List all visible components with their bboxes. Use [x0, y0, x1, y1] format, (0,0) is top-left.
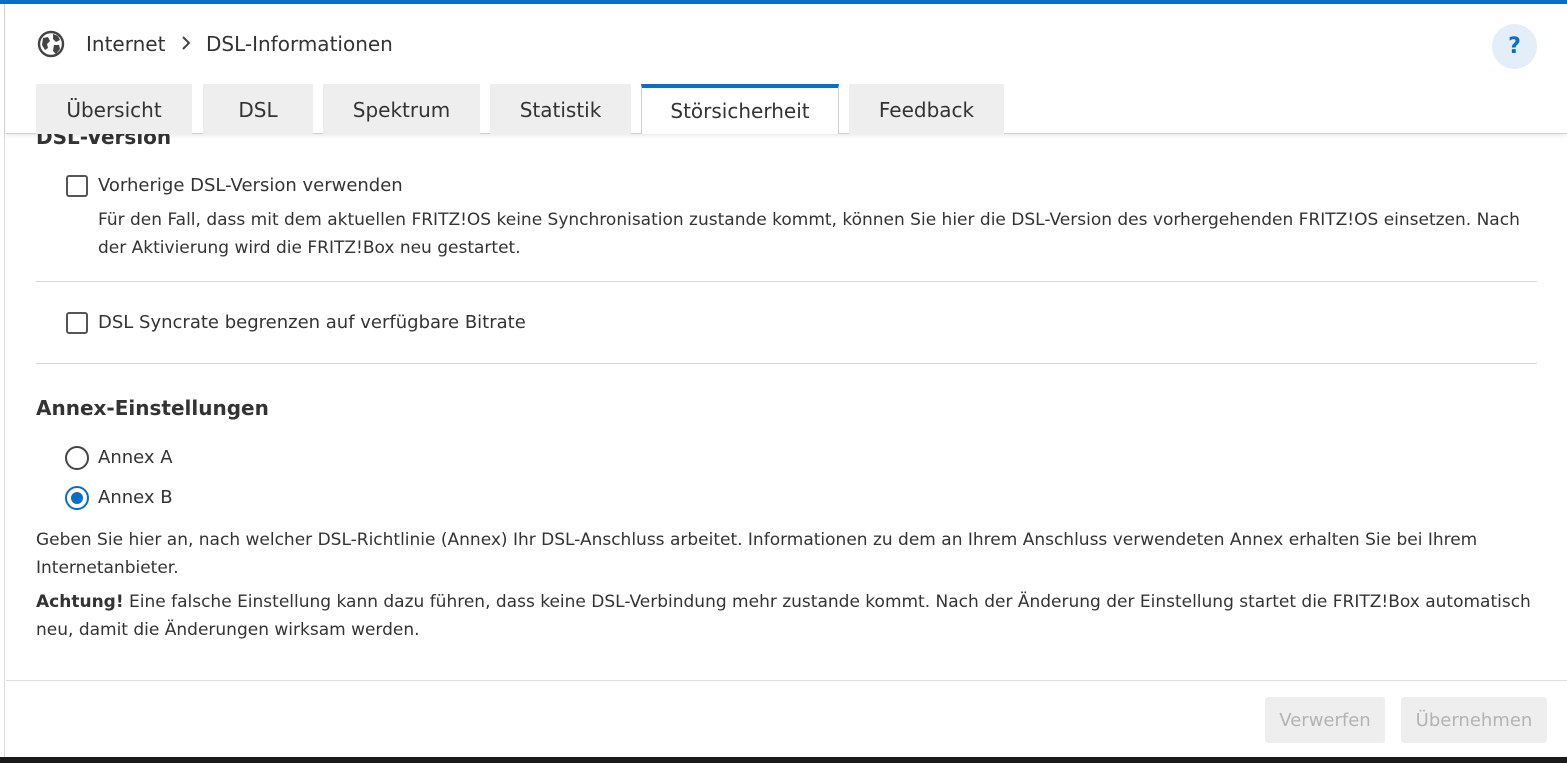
- divider: [36, 281, 1537, 282]
- tab-uebersicht[interactable]: Übersicht: [36, 84, 192, 134]
- left-rail: [0, 4, 5, 759]
- tab-stoersicherheit[interactable]: Störsicherheit: [641, 84, 839, 134]
- prev-dsl-version-checkbox[interactable]: [66, 175, 88, 197]
- annex-b-radio[interactable]: [65, 486, 89, 510]
- settings-content[interactable]: DSL-Version Vorherige DSL-Version verwen…: [6, 134, 1567, 680]
- section-title-dsl-version: DSL-Version: [36, 134, 172, 149]
- section-title-annex: Annex-Einstellungen: [36, 396, 269, 420]
- page-header: Internet DSL-Informationen ? Übersicht D…: [6, 4, 1567, 134]
- tab-dsl[interactable]: DSL: [203, 84, 313, 134]
- annex-a-radio[interactable]: [65, 446, 89, 470]
- warning-label: Achtung!: [36, 592, 124, 612]
- chevron-right-icon: [182, 36, 191, 50]
- taskbar-edge: [0, 757, 1567, 763]
- discard-button[interactable]: Verwerfen: [1265, 697, 1385, 743]
- globe-icon: [37, 30, 65, 58]
- annex-warning-text: Achtung! Eine falsche Einstellung kann d…: [36, 588, 1536, 644]
- apply-button[interactable]: Übernehmen: [1401, 697, 1547, 743]
- help-button[interactable]: ?: [1492, 24, 1537, 69]
- breadcrumb-dsl-informationen: DSL-Informationen: [206, 32, 393, 56]
- warning-body: Eine falsche Einstellung kann dazu führe…: [36, 592, 1531, 640]
- tab-feedback[interactable]: Feedback: [849, 84, 1004, 134]
- syncrate-limit-label[interactable]: DSL Syncrate begrenzen auf verfügbare Bi…: [98, 312, 526, 333]
- annex-a-label[interactable]: Annex A: [98, 447, 173, 468]
- syncrate-limit-checkbox[interactable]: [66, 312, 88, 334]
- tab-statistik[interactable]: Statistik: [490, 84, 631, 134]
- breadcrumb-internet[interactable]: Internet: [86, 32, 165, 56]
- action-footer: Verwerfen Übernehmen: [6, 680, 1567, 757]
- annex-info-text: Geben Sie hier an, nach welcher DSL-Rich…: [36, 530, 1478, 578]
- tab-spektrum[interactable]: Spektrum: [323, 84, 480, 134]
- prev-dsl-version-label[interactable]: Vorherige DSL-Version verwenden: [98, 175, 403, 196]
- prev-dsl-version-description: Für den Fall, dass mit dem aktuellen FRI…: [98, 210, 1520, 258]
- annex-b-label[interactable]: Annex B: [98, 487, 173, 508]
- divider: [36, 363, 1537, 364]
